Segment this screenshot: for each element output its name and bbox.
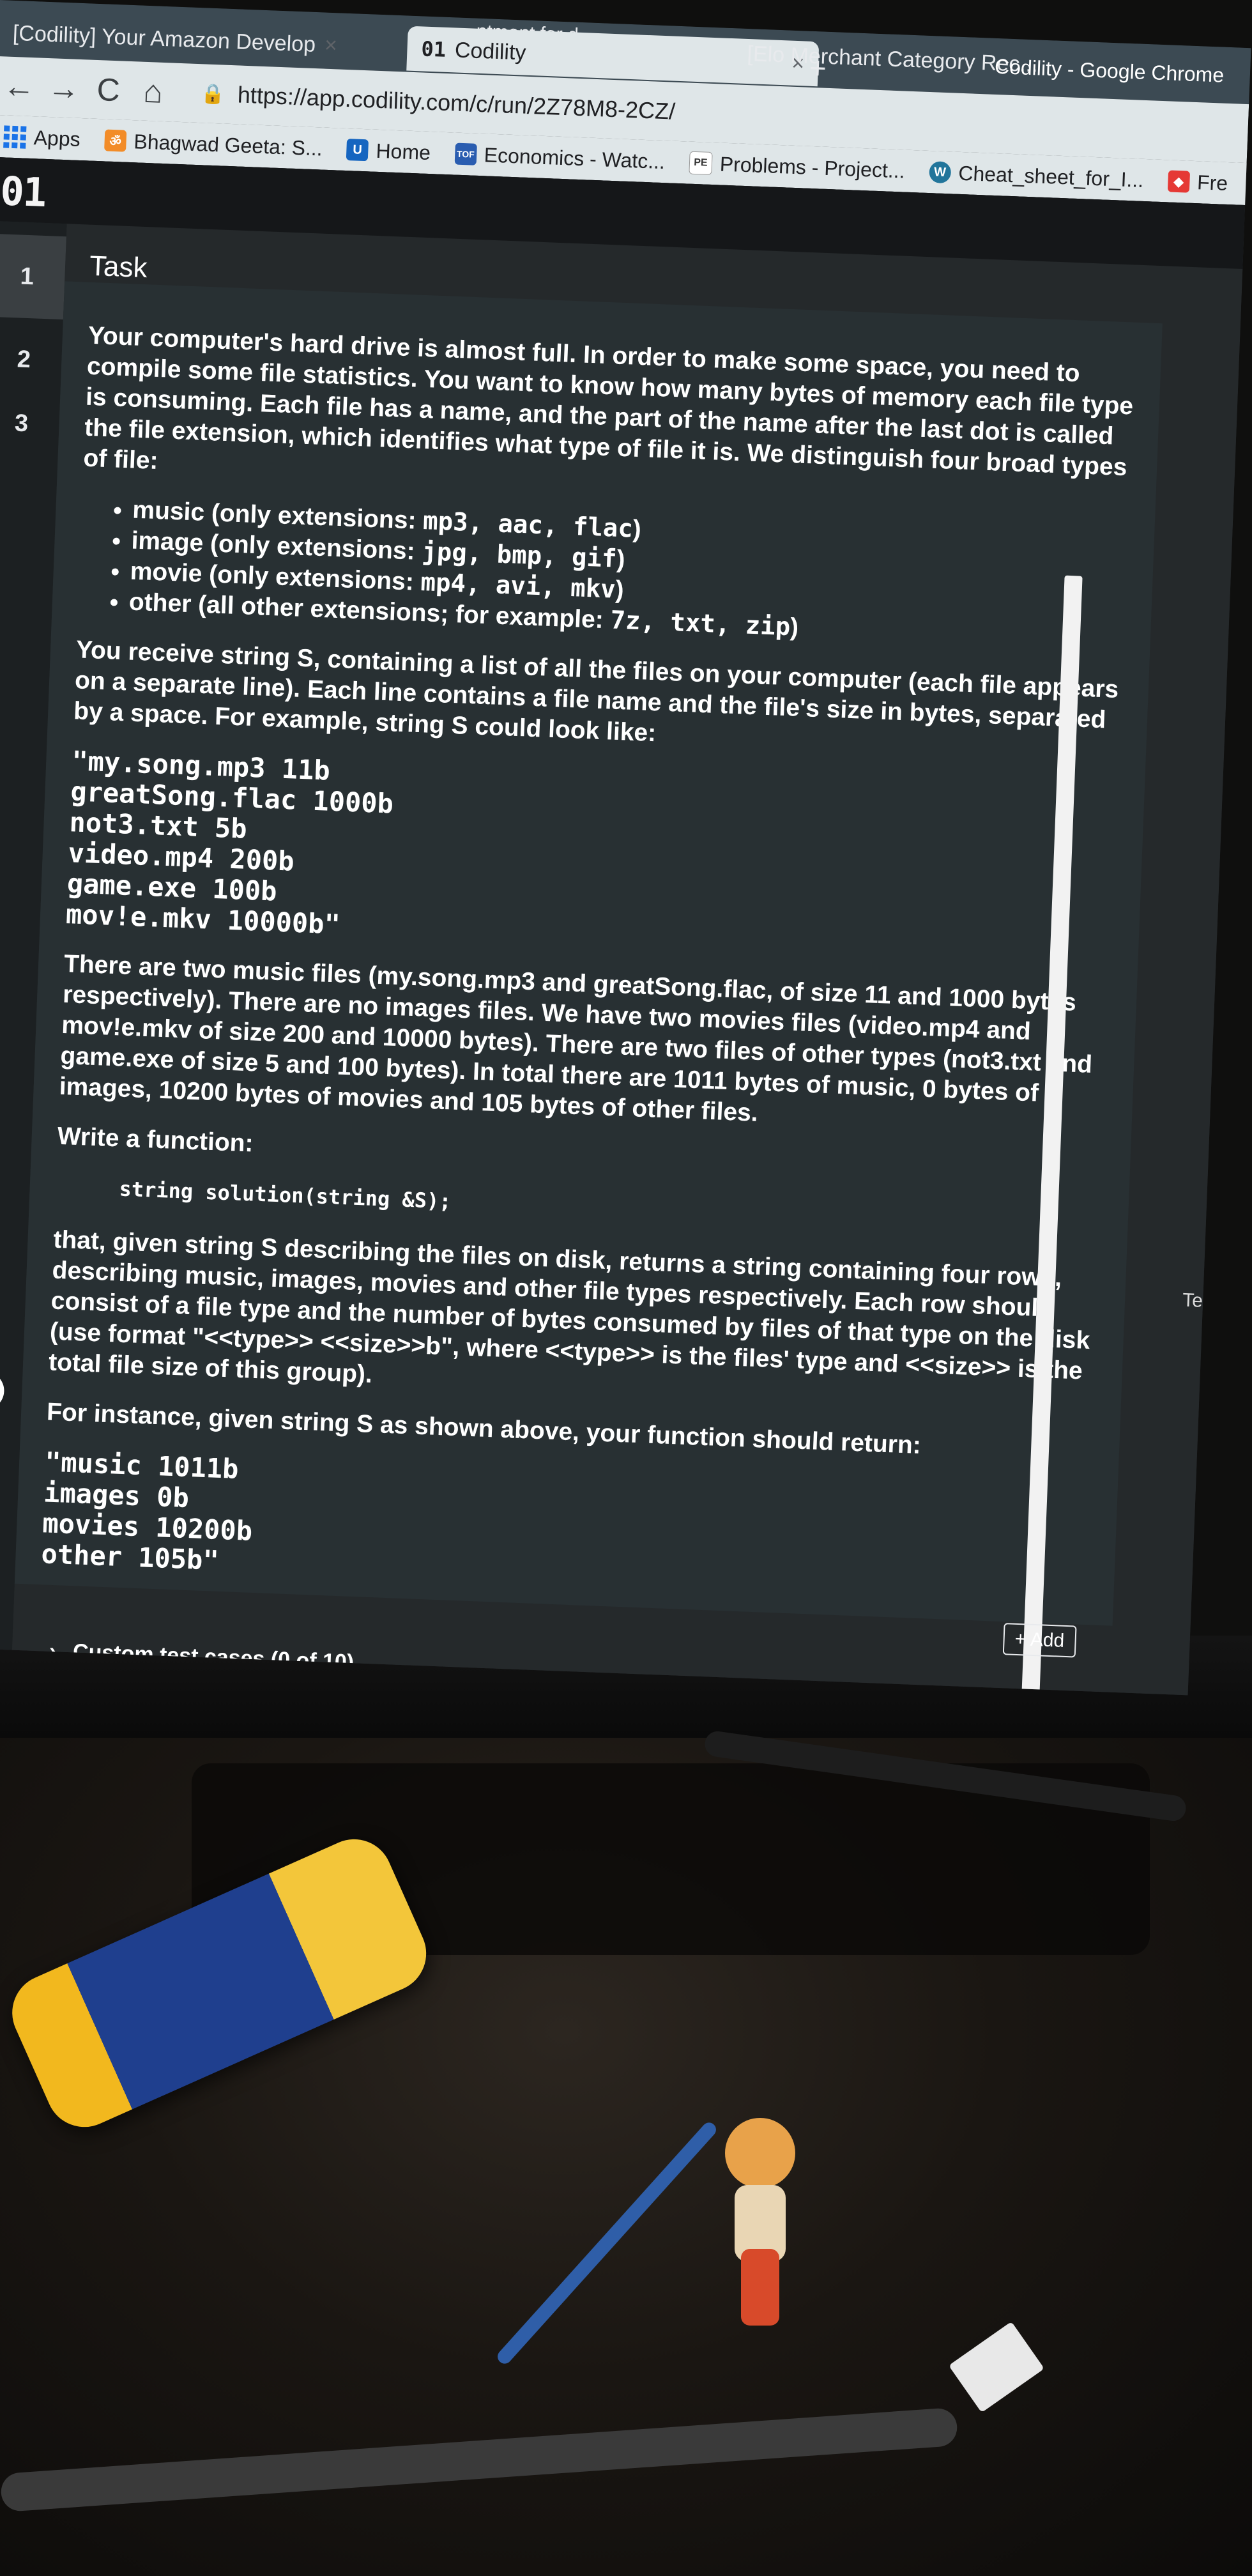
tof-icon: TOF — [454, 142, 477, 165]
tab-task[interactable]: Task — [89, 250, 148, 284]
bookmark-label: Problems - Project... — [719, 151, 906, 183]
monitor-screen: [Codility] Your Amazon Develop × ...ntme… — [0, 0, 1251, 1696]
bookmark-problems[interactable]: PE Problems - Project... — [689, 151, 905, 183]
cartoon-sticker — [725, 2118, 795, 2326]
example-input-code: "my.song.mp3 11b greatSong.flac 1000b no… — [65, 745, 394, 940]
bookmark-label: Bhagwad Geeta: S... — [133, 129, 323, 160]
lock-icon: 🔒 — [200, 82, 225, 105]
udacity-icon: U — [346, 139, 369, 162]
settings-icon[interactable]: ⚙ — [0, 1370, 5, 1411]
task-nav-3[interactable]: 3 — [0, 381, 61, 466]
eye-icon[interactable]: 👁 — [0, 1447, 2, 1487]
bookmark-fre[interactable]: ◆ Fre — [1167, 169, 1228, 195]
bookmark-economics[interactable]: TOF Economics - Watc... — [454, 142, 666, 174]
close-icon[interactable]: × — [324, 33, 337, 58]
codility-logo: 01 — [0, 167, 47, 216]
apps-grid-icon — [3, 125, 27, 149]
project-euler-icon: PE — [689, 151, 713, 175]
bookmark-icon: ◆ — [1167, 170, 1190, 193]
example-output-code: "music 1011b images 0b movies 10200b oth… — [40, 1446, 253, 1576]
bookmark-label: Economics - Watc... — [484, 142, 666, 173]
intro-paragraph: Your computer's hard drive is almost ful… — [82, 321, 1134, 482]
back-button[interactable]: ← — [0, 67, 42, 106]
home-button[interactable]: ⌂ — [130, 72, 176, 111]
file-types-list: music (only extensions: mp3, aac, flac) … — [103, 494, 1129, 656]
reload-button[interactable]: C — [86, 70, 132, 109]
forward-button[interactable]: → — [41, 69, 87, 108]
bookmark-bhagwad-geeta[interactable]: ॐ Bhagwad Geeta: S... — [103, 128, 323, 160]
om-icon: ॐ — [103, 129, 127, 152]
codility-tab-icon: 01 — [420, 36, 447, 62]
task-description-panel: Your computer's hard drive is almost ful… — [14, 281, 1163, 1694]
address-bar[interactable]: 🔒 https://app.codility.com/c/run/2Z78M8-… — [200, 73, 676, 131]
bookmark-cheat-sheet[interactable]: W Cheat_sheet_for_I... — [928, 160, 1144, 192]
bookmark-apps[interactable]: Apps — [3, 125, 80, 151]
add-test-case-button[interactable]: + Add — [1002, 1623, 1077, 1658]
url-text: https://app.codility.com/c/run/2Z78M8-2C… — [237, 81, 676, 125]
bookmark-label: Fre — [1196, 170, 1228, 195]
bookmark-label: Home — [375, 139, 431, 164]
task-nav-1[interactable]: 1 — [0, 233, 66, 320]
receive-paragraph: You receive string S, containing a list … — [73, 636, 1120, 747]
tab-label: [Codility] Your Amazon Develop — [12, 20, 316, 57]
codility-app: 01 1 2 3 ⚙ 👁 ⌨ ? ⇥ Task Your computer's … — [0, 157, 1246, 1696]
bookmark-home[interactable]: U Home — [346, 138, 431, 165]
explanation-paragraph: There are two music files (my.song.mp3 a… — [58, 949, 1093, 1127]
description-paragraph: that, given string S describing the file… — [48, 1225, 1090, 1388]
tab-label: Codility — [454, 37, 527, 65]
task-content: Your computer's hard drive is almost ful… — [40, 321, 1136, 1629]
wordpress-icon: W — [928, 161, 952, 184]
test-panel-label: Te — [1182, 1289, 1203, 1312]
bookmark-label: Cheat_sheet_for_I... — [958, 161, 1144, 192]
bookmark-label: Apps — [33, 125, 81, 151]
